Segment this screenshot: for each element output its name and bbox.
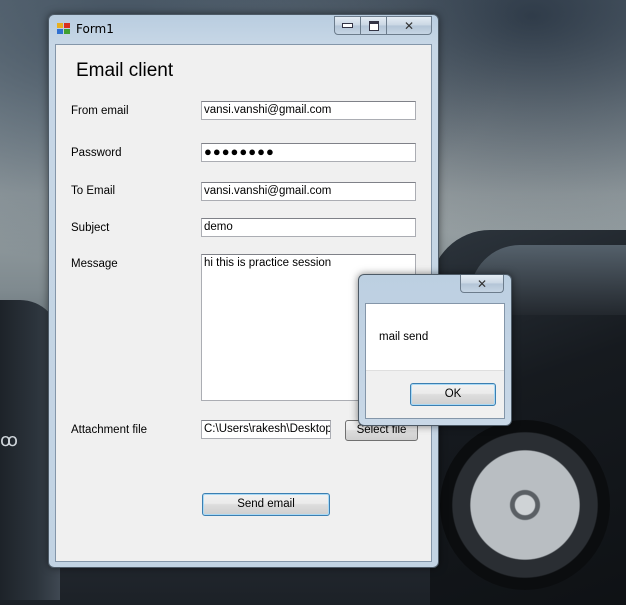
message-box-dialog: ✕ mail send OK (358, 274, 512, 426)
close-button[interactable]: ✕ (387, 16, 432, 35)
message-box-close-button[interactable]: ✕ (460, 275, 504, 293)
caption-buttons: ✕ (334, 16, 432, 35)
minimize-button[interactable] (334, 16, 361, 35)
from-email-label: From email (71, 105, 129, 117)
send-email-button[interactable]: Send email (202, 493, 330, 516)
message-box-body: mail send OK (365, 303, 505, 419)
form-heading: Email client (76, 60, 174, 81)
maximize-button[interactable] (361, 16, 387, 35)
background-car-logo: oo (0, 430, 18, 451)
title-bar[interactable]: Form1 ✕ (49, 15, 438, 43)
subject-input[interactable]: demo (201, 218, 416, 237)
message-label: Message (71, 258, 118, 270)
to-email-label: To Email (71, 185, 116, 197)
to-email-input[interactable]: vansi.vanshi@gmail.com (201, 182, 416, 201)
subject-label: Subject (71, 222, 110, 234)
background-car-wheel (440, 420, 610, 590)
from-email-input[interactable]: vansi.vanshi@gmail.com (201, 101, 416, 120)
password-input[interactable]: ●●●●●●●● (201, 143, 416, 162)
password-label: Password (71, 147, 122, 159)
close-icon: ✕ (476, 276, 488, 291)
ok-button[interactable]: OK (410, 383, 496, 406)
message-box-text: mail send (379, 331, 429, 343)
close-icon: ✕ (403, 18, 415, 33)
attachment-label: Attachment file (71, 424, 148, 436)
attachment-path-input[interactable]: C:\Users\rakesh\Desktop (201, 420, 331, 439)
app-icon (57, 23, 71, 35)
message-box-footer: OK (366, 370, 504, 418)
minimize-icon (342, 23, 353, 28)
maximize-icon (368, 20, 379, 31)
window-title: Form1 (76, 22, 114, 36)
